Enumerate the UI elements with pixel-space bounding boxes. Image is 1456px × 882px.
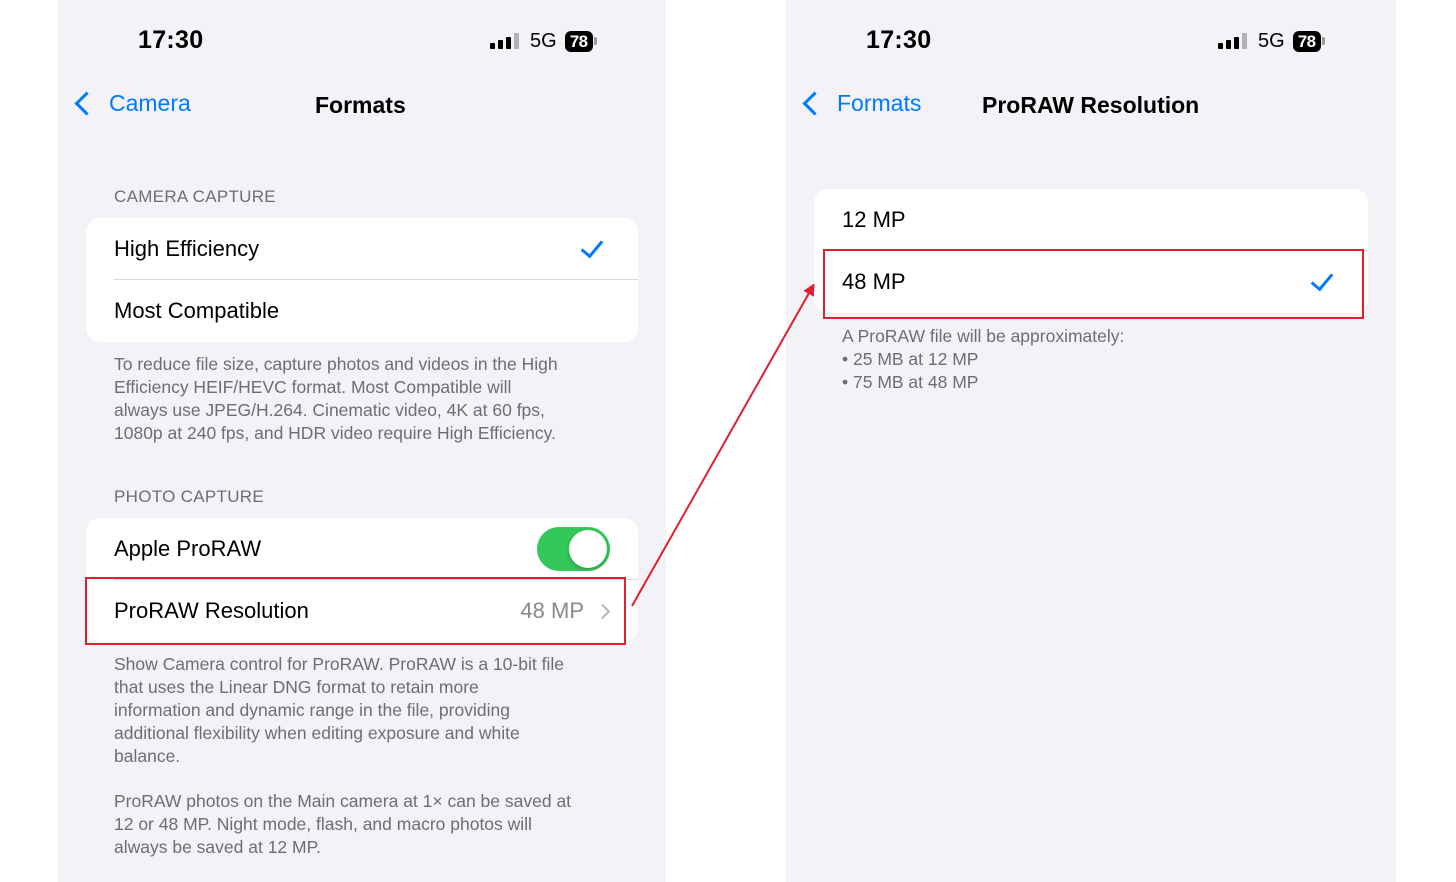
annotation-arrow [631, 283, 815, 607]
